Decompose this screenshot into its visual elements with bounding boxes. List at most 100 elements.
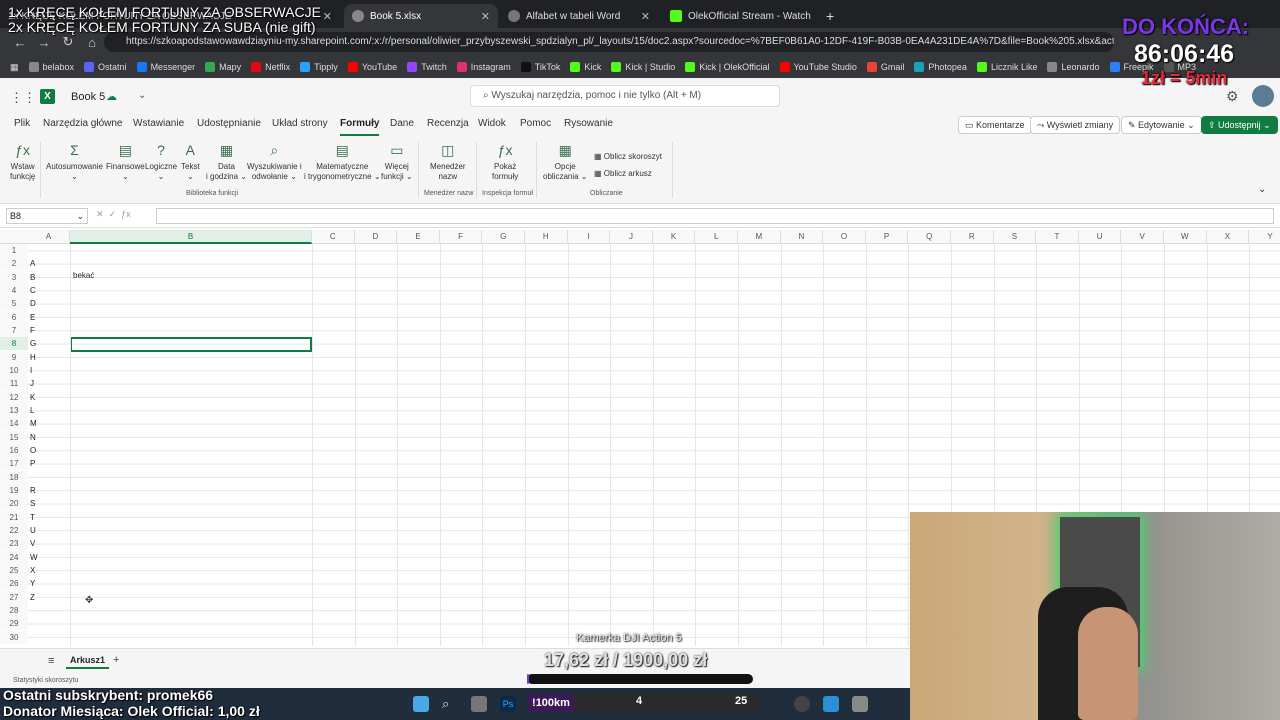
row-header[interactable]: 25 — [0, 563, 28, 577]
row-header[interactable]: 11 — [0, 377, 28, 391]
tab-widok[interactable]: Widok — [478, 118, 506, 129]
chevron-down-icon[interactable]: ⌄ — [138, 90, 146, 101]
close-tab-icon[interactable]: ✕ — [641, 10, 650, 23]
search-input[interactable]: ⌕ Wyszukaj narzędzia, pomoc i nie tylko … — [470, 85, 780, 107]
cell-a[interactable]: I — [30, 364, 32, 377]
insert-function-button[interactable]: ƒx Wstaw funkcję — [10, 142, 35, 182]
tab-udostepnianie[interactable]: Udostępnianie — [197, 118, 261, 129]
cell-a[interactable]: V — [30, 537, 35, 550]
cell-a[interactable]: A — [30, 257, 35, 270]
photoshop-icon[interactable]: Ps — [500, 696, 516, 712]
cell-a[interactable]: M — [30, 417, 37, 430]
bookmark-tipply[interactable]: Tipply — [300, 62, 338, 72]
row-header[interactable]: 6 — [0, 310, 28, 324]
column-header-a[interactable]: A — [28, 230, 70, 244]
bookmark-licznik[interactable]: Licznik Like — [976, 62, 1037, 72]
bookmark-tiktok[interactable]: TikTok — [520, 62, 560, 72]
cancel-icon[interactable]: ✕ — [96, 209, 104, 219]
apps-icon[interactable]: ▦ — [10, 62, 19, 73]
cell-a[interactable]: X — [30, 564, 35, 577]
cell-a[interactable]: F — [30, 324, 35, 337]
row-header[interactable]: 9 — [0, 350, 28, 364]
tab-plik[interactable]: Plik — [14, 118, 30, 129]
bookmark-photopea[interactable]: Photopea — [914, 62, 967, 72]
tab-wstawianie[interactable]: Wstawianie — [133, 118, 184, 129]
row-header[interactable]: 28 — [0, 603, 28, 617]
cell-a[interactable]: T — [30, 511, 35, 524]
cell-a[interactable]: L — [30, 404, 34, 417]
datetime-button[interactable]: ▦ Data i godzina ⌄ — [206, 142, 247, 182]
column-header-x[interactable]: X — [1207, 230, 1250, 244]
tab-rysowanie[interactable]: Rysowanie — [564, 118, 613, 129]
chrome-icon[interactable] — [794, 696, 810, 712]
gear-icon[interactable]: ⚙ — [1226, 88, 1239, 105]
autosum-button[interactable]: Σ Autosumowanie ⌄ — [46, 142, 103, 182]
workbook-statistics[interactable]: Statystyki skoroszytu — [13, 677, 78, 684]
column-header-b[interactable]: B — [70, 230, 312, 244]
bookmark-kick[interactable]: Kick — [570, 62, 601, 72]
workbook-name[interactable]: Book 5 — [71, 91, 105, 103]
show-changes-button[interactable]: ⤳ Wyświetl zmiany — [1030, 116, 1121, 134]
cell-a[interactable]: Z — [30, 591, 35, 604]
column-header-p[interactable]: P — [866, 230, 909, 244]
reload-icon[interactable]: ↻ — [56, 34, 80, 50]
row-header[interactable]: 19 — [0, 483, 28, 497]
row-header[interactable]: 22 — [0, 523, 28, 537]
row-header[interactable]: 2 — [0, 257, 28, 271]
browser-tab-excel[interactable]: Book 5.xlsx ✕ — [344, 4, 498, 28]
sheet-list-icon[interactable]: ≡ — [48, 655, 54, 667]
cell-a[interactable]: K — [30, 391, 35, 404]
search-icon[interactable]: ⌕ — [442, 696, 458, 712]
column-header-k[interactable]: K — [653, 230, 696, 244]
bookmark-kick-olek[interactable]: Kick | OlekOfficial — [685, 62, 770, 72]
tab-formuly[interactable]: Formuły — [340, 118, 380, 136]
close-tab-icon[interactable]: ✕ — [323, 10, 332, 23]
row-header[interactable]: 14 — [0, 417, 28, 431]
cell-a[interactable]: C — [30, 284, 36, 297]
bookmark-mapy[interactable]: Mapy — [205, 62, 241, 72]
taskbar-item-100km[interactable]: !100km — [528, 694, 574, 712]
column-header-v[interactable]: V — [1121, 230, 1164, 244]
cell-b3[interactable]: bekać — [73, 271, 94, 280]
cell-a[interactable]: D — [30, 297, 36, 310]
row-header[interactable]: 16 — [0, 443, 28, 457]
row-header[interactable]: 12 — [0, 390, 28, 404]
column-header-y[interactable]: Y — [1249, 230, 1280, 244]
check-icon[interactable]: ✓ — [109, 209, 117, 219]
row-header[interactable]: 13 — [0, 403, 28, 417]
show-formulas-button[interactable]: ƒx Pokaż formuły — [492, 142, 518, 182]
column-header-h[interactable]: H — [525, 230, 568, 244]
tab-recenzja[interactable]: Recenzja — [427, 118, 469, 129]
row-header[interactable]: 15 — [0, 430, 28, 444]
bookmark-youtube-studio[interactable]: YouTube Studio — [779, 62, 857, 72]
cell-a[interactable]: E — [30, 311, 35, 324]
start-icon[interactable] — [413, 696, 429, 712]
cell-a[interactable]: S — [30, 497, 35, 510]
column-header-t[interactable]: T — [1036, 230, 1079, 244]
browser-tab-word[interactable]: Alfabet w tabeli Word ✕ — [500, 4, 658, 28]
avatar[interactable] — [1252, 85, 1274, 107]
cell-a[interactable]: G — [30, 337, 36, 350]
row-header[interactable]: 23 — [0, 537, 28, 551]
excel-logo-icon[interactable]: X — [40, 89, 55, 104]
browser-tab-stream[interactable]: OlekOfficial Stream - Watch Li... ✕ — [662, 4, 812, 28]
more-functions-button[interactable]: ▭ Więcej funkcji ⌄ — [381, 142, 413, 182]
share-button[interactable]: ⇪ Udostępnij ⌄ — [1201, 116, 1278, 134]
column-header-n[interactable]: N — [781, 230, 824, 244]
bookmark-leonardo[interactable]: Leonardo — [1047, 62, 1100, 72]
row-header[interactable]: 29 — [0, 617, 28, 631]
row-header[interactable]: 8 — [0, 337, 28, 351]
row-header[interactable]: 1 — [0, 244, 28, 257]
tab-dane[interactable]: Dane — [390, 118, 414, 129]
text-button[interactable]: A Tekst ⌄ — [181, 142, 200, 182]
name-manager-button[interactable]: ◫ Menedżer nazw — [430, 142, 466, 182]
cell-a[interactable]: Y — [30, 577, 35, 590]
math-button[interactable]: ▤ Matematyczne i trygonometryczne ⌄ — [304, 142, 381, 182]
cell-a[interactable]: P — [30, 457, 35, 470]
cell-a[interactable]: N — [30, 431, 36, 444]
financial-button[interactable]: ▤ Finansowe ⌄ — [106, 142, 145, 182]
column-header-c[interactable]: C — [312, 230, 355, 244]
column-header-m[interactable]: M — [738, 230, 781, 244]
new-tab-button[interactable]: + — [818, 4, 840, 28]
row-header[interactable]: 24 — [0, 550, 28, 564]
